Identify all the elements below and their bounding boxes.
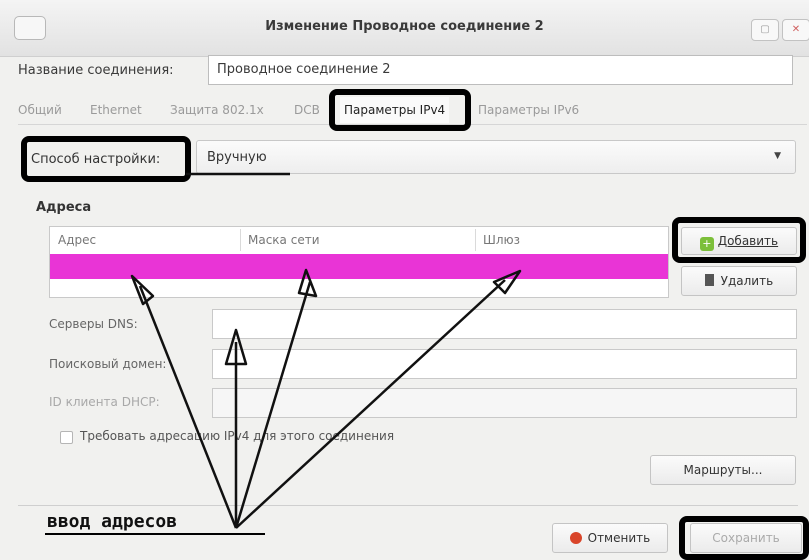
edit-connection-window: Изменение Проводное соединение 2 ▢ ✕ Наз… xyxy=(0,0,809,560)
arrowhead xyxy=(492,269,522,295)
annotation-arrows xyxy=(130,172,522,529)
arrow-line xyxy=(235,279,506,529)
arrow-line xyxy=(234,281,312,529)
arrow-line xyxy=(138,285,238,529)
